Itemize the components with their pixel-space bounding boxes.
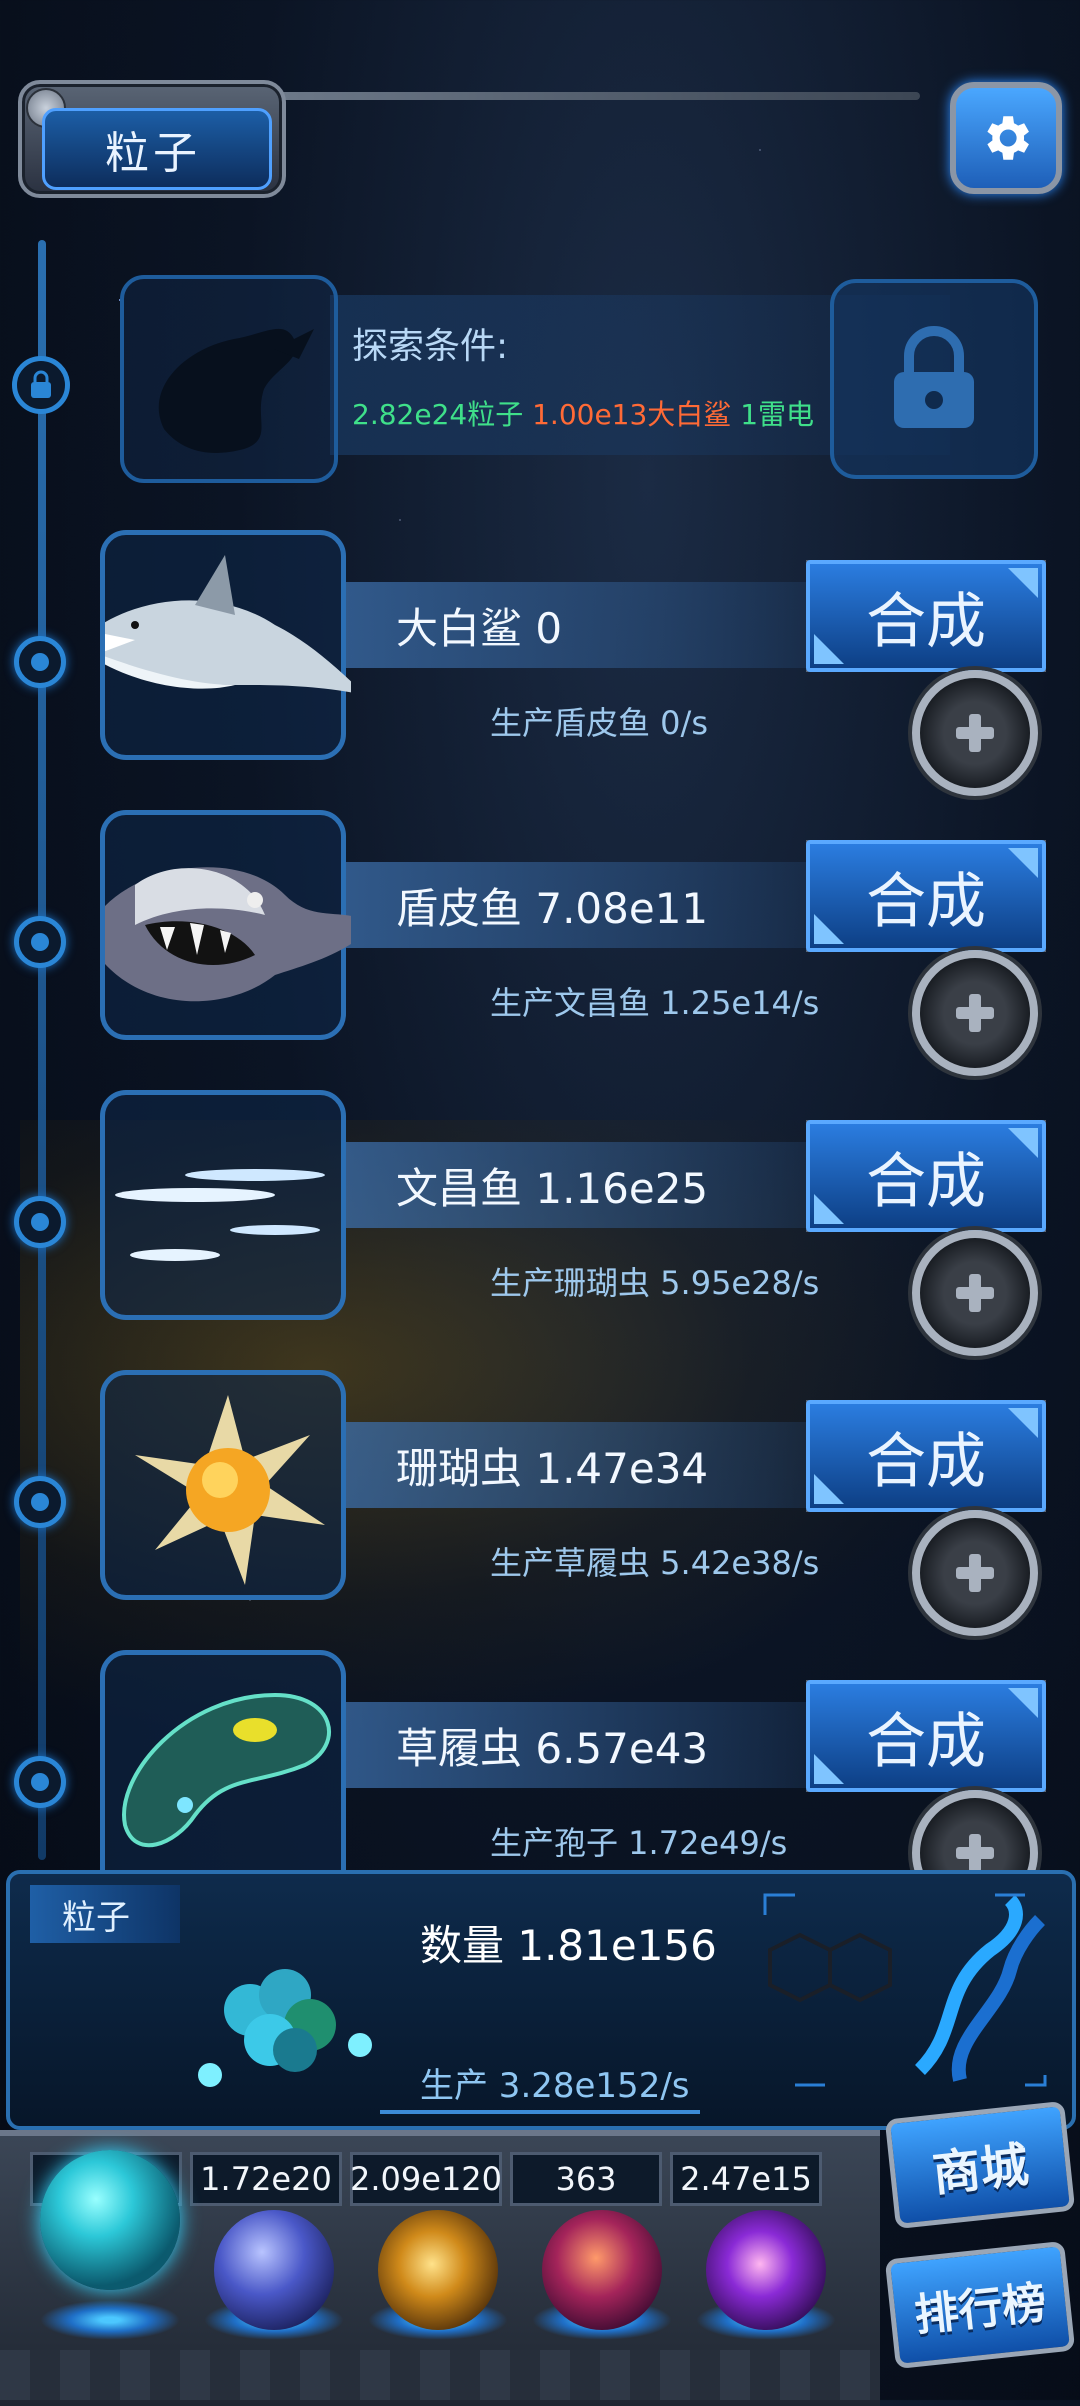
creature-portrait[interactable]	[75, 530, 365, 760]
shop-button[interactable]: 商城	[884, 2100, 1076, 2230]
rail-node	[14, 1756, 66, 1808]
creature-row: 大白鲨 0 合成 生产盾皮鱼 0/s	[75, 530, 1050, 796]
lightning-orb-icon[interactable]	[214, 2210, 334, 2330]
padlock-icon	[894, 326, 974, 428]
paramecium-icon	[122, 1692, 331, 1848]
creature-row: 珊瑚虫 1.47e34 合成 生产草履虫 5.42e38/s	[90, 1370, 1050, 1636]
particle-cluster-icon	[198, 1969, 372, 2087]
merge-button[interactable]: 合成	[806, 560, 1046, 672]
add-button[interactable]	[912, 670, 1038, 796]
page-title: 粒子	[42, 108, 272, 190]
particle-orb-icon[interactable]	[40, 2150, 180, 2290]
rail-node	[14, 1196, 66, 1248]
vortex-orb-icon[interactable]	[706, 2210, 826, 2330]
creature-row: 文昌鱼 1.16e25 合成 生产珊瑚虫 5.95e28/s	[90, 1090, 1050, 1356]
resource-value-galaxy: 2.09e120	[350, 2152, 502, 2206]
merge-button[interactable]: 合成	[806, 1120, 1046, 1232]
info-tag: 粒子	[30, 1885, 180, 1943]
add-button[interactable]	[912, 1230, 1038, 1356]
locked-merge-button[interactable]	[830, 279, 1038, 479]
explore-condition-label: 探索条件:	[352, 326, 509, 367]
plus-icon	[956, 1274, 994, 1312]
rail-node	[14, 916, 66, 968]
locked-creature-row: 探索条件: 2.82e24粒子 1.00e13大白鲨 1雷电	[120, 275, 1038, 483]
placoderm-icon	[85, 867, 375, 1002]
rail-lock-node	[12, 356, 70, 414]
brain-orb-icon[interactable]	[542, 2210, 662, 2330]
explore-condition-values: 2.82e24粒子 1.00e13大白鲨 1雷电	[352, 393, 814, 433]
top-frame-rail	[280, 92, 920, 100]
creature-row: 草履虫 6.57e43 合成 生产孢子 1.72e49/s	[90, 1650, 1050, 1870]
lock-icon	[31, 370, 51, 398]
merge-button[interactable]: 合成	[806, 1400, 1046, 1512]
orb-pedestal	[40, 2300, 180, 2340]
settings-button[interactable]	[950, 82, 1062, 194]
production-rate: 生产盾皮鱼 0/s	[490, 704, 708, 742]
floor-strip	[0, 2350, 880, 2400]
rail-node	[14, 1476, 66, 1528]
creature-row: 盾皮鱼 7.08e11 合成 生产文昌鱼 1.25e14/s	[85, 810, 1050, 1076]
production-rate: 生产孢子 1.72e49/s	[490, 1824, 788, 1862]
ranking-button[interactable]: 排行榜	[884, 2240, 1076, 2370]
merge-button[interactable]: 合成	[806, 840, 1046, 952]
production-rate: 生产草履虫 5.42e38/s	[490, 1544, 820, 1582]
rail-node	[14, 636, 66, 688]
production-rate: 生产珊瑚虫 5.95e28/s	[490, 1264, 820, 1302]
particle-count: 数量 1.81e156	[420, 1921, 717, 1970]
info-connector-line	[380, 2110, 700, 2114]
locked-silhouette	[120, 275, 338, 483]
particle-production: 生产 3.28e152/s	[420, 2066, 690, 2106]
galaxy-orb-icon[interactable]	[378, 2210, 498, 2330]
merge-button[interactable]: 合成	[806, 1680, 1046, 1792]
production-rate: 生产文昌鱼 1.25e14/s	[490, 984, 820, 1022]
resource-value-vortex: 2.47e15	[670, 2152, 822, 2206]
resource-value-lightning: 1.72e20	[190, 2152, 342, 2206]
requirement-lightning: 1雷电	[740, 398, 815, 431]
gear-icon	[987, 116, 1029, 160]
plus-icon	[956, 994, 994, 1032]
requirement-shark: 1.00e13大白鲨	[532, 398, 732, 431]
add-button[interactable]	[912, 950, 1038, 1076]
resource-value-brain: 363	[510, 2152, 662, 2206]
progress-rail	[38, 240, 46, 1860]
plus-icon	[956, 714, 994, 752]
unknown-creature-icon	[158, 328, 314, 453]
requirement-particles: 2.82e24粒子	[352, 398, 524, 431]
creature-portrait[interactable]	[100, 1650, 346, 1870]
add-button[interactable]	[912, 1790, 1038, 1870]
coral-polyp-icon	[135, 1395, 325, 1585]
creature-portrait[interactable]	[100, 1370, 346, 1600]
shark-icon	[75, 555, 365, 695]
lancelet-icon	[115, 1169, 325, 1261]
creature-portrait[interactable]	[100, 1090, 346, 1320]
add-button[interactable]	[912, 1510, 1038, 1636]
plus-icon	[956, 1554, 994, 1592]
creature-portrait[interactable]	[85, 810, 375, 1040]
plus-icon	[956, 1834, 994, 1870]
dna-icon	[763, 1893, 1047, 2087]
